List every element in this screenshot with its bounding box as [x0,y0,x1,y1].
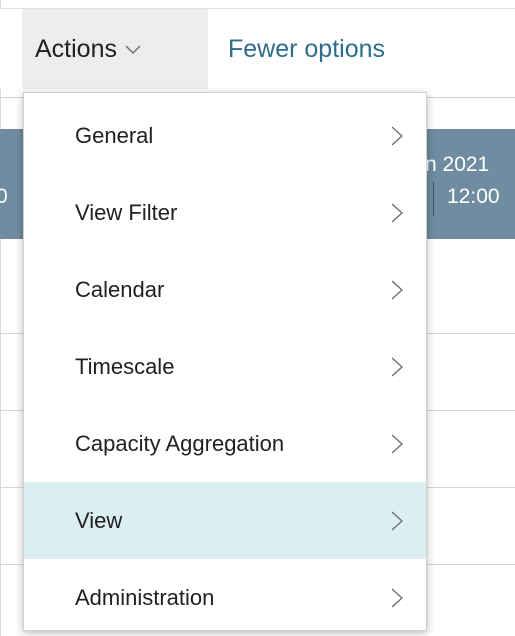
menu-item-label: Calendar [75,276,165,302]
menu-item-administration[interactable]: Administration [24,559,426,636]
chevron-right-icon [390,124,404,148]
left-border [0,0,1,636]
actions-dropdown-menu: General View Filter Calendar Timescale C… [23,92,427,631]
chevron-right-icon [390,586,404,610]
timeline-separator [433,182,434,216]
chevron-right-icon [390,355,404,379]
actions-menu-button[interactable]: Actions [22,9,208,89]
menu-item-label: Administration [75,584,215,610]
chevron-right-icon [390,278,404,302]
menu-item-label: View [75,507,123,533]
chevron-right-icon [390,509,404,533]
actions-label: Actions [35,34,117,63]
menu-item-capacity-aggregation[interactable]: Capacity Aggregation [24,405,426,482]
top-border [0,0,515,9]
time-header-fragment: 0 [0,185,8,208]
chevron-right-icon [390,432,404,456]
date-header-label: n 2021 [425,153,490,176]
menu-item-view[interactable]: View [24,482,426,559]
time-header-label: 12:00 [447,185,500,208]
fewer-options-link[interactable]: Fewer options [228,9,385,89]
chevron-down-icon [123,39,143,59]
menu-item-label: View Filter [75,199,178,225]
menu-item-label: Timescale [75,353,175,379]
menu-item-calendar[interactable]: Calendar [24,251,426,328]
menu-item-view-filter[interactable]: View Filter [24,174,426,251]
chevron-right-icon [390,201,404,225]
menu-item-label: Capacity Aggregation [75,430,285,456]
menu-item-general[interactable]: General [24,97,426,174]
menu-item-label: General [75,122,154,148]
menu-item-timescale[interactable]: Timescale [24,328,426,405]
